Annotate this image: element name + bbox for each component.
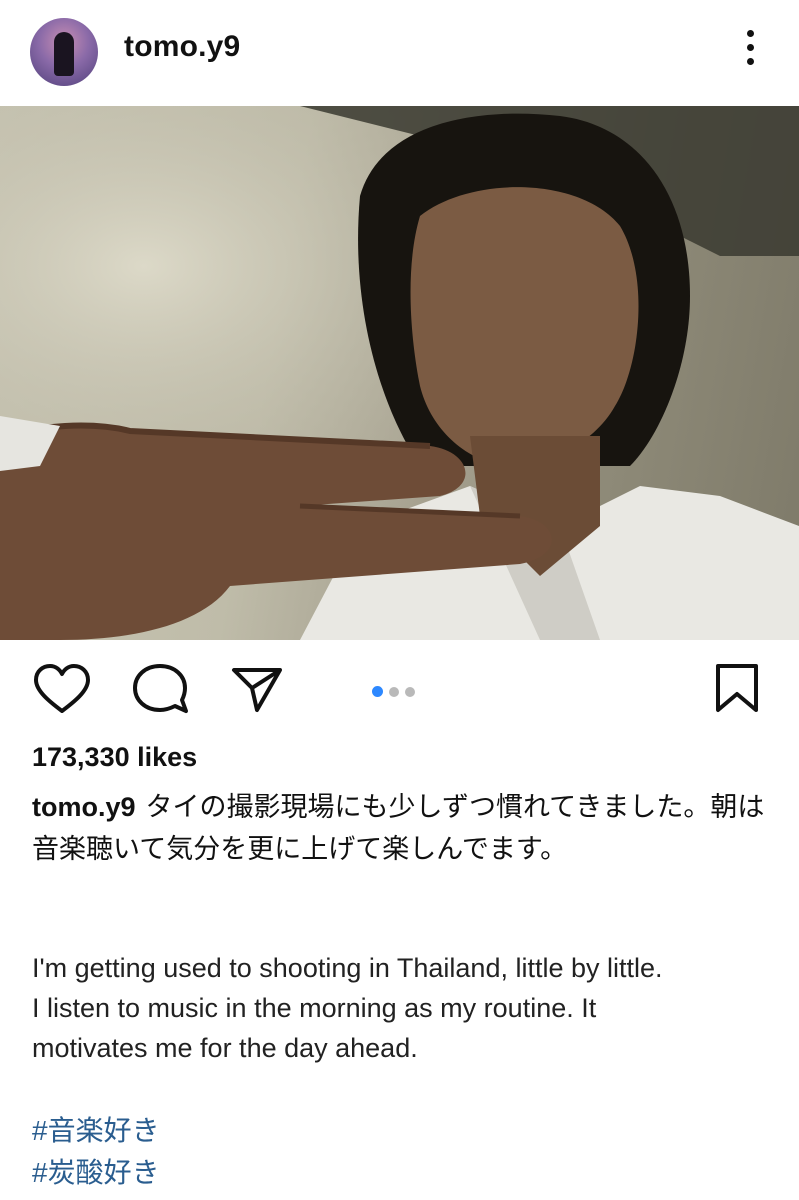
caption-english: I'm getting used to shooting in Thailand… [32, 948, 782, 1068]
comment-icon[interactable] [133, 664, 188, 713]
post-photo[interactable] [0, 106, 799, 640]
caption-english-line: motivates me for the day ahead. [32, 1033, 418, 1063]
post-actions [0, 660, 799, 720]
carousel-dot [389, 687, 399, 697]
bookmark-icon[interactable] [716, 664, 758, 712]
avatar[interactable] [30, 18, 98, 86]
like-count[interactable]: 173,330 likes [32, 742, 197, 773]
caption-username[interactable]: tomo.y9 [32, 792, 136, 822]
username[interactable]: tomo.y9 [124, 30, 240, 64]
send-icon[interactable] [232, 668, 282, 712]
carousel-dot-active [372, 686, 383, 697]
caption-text: タイの撮影現場にも少しずつ慣れてきました。朝は音楽聴いて気分を更に上げて楽しんで… [32, 792, 765, 864]
carousel-indicator [372, 684, 421, 702]
hashtag-link[interactable]: #炭酸好き [32, 1152, 160, 1194]
carousel-dot [405, 687, 415, 697]
hashtags: #音楽好き #炭酸好き [32, 1110, 160, 1194]
post-header: tomo.y9 [0, 0, 799, 106]
photo-illustration [0, 106, 799, 640]
hashtag-link[interactable]: #音楽好き [32, 1110, 160, 1152]
more-options-icon[interactable] [740, 30, 760, 74]
caption-english-line: I'm getting used to shooting in Thailand… [32, 953, 663, 983]
heart-icon[interactable] [34, 664, 90, 713]
caption-english-line: I listen to music in the morning as my r… [32, 993, 597, 1023]
caption-japanese: tomo.y9 タイの撮影現場にも少しずつ慣れてきました。朝は音楽聴いて気分を更に… [32, 786, 772, 870]
